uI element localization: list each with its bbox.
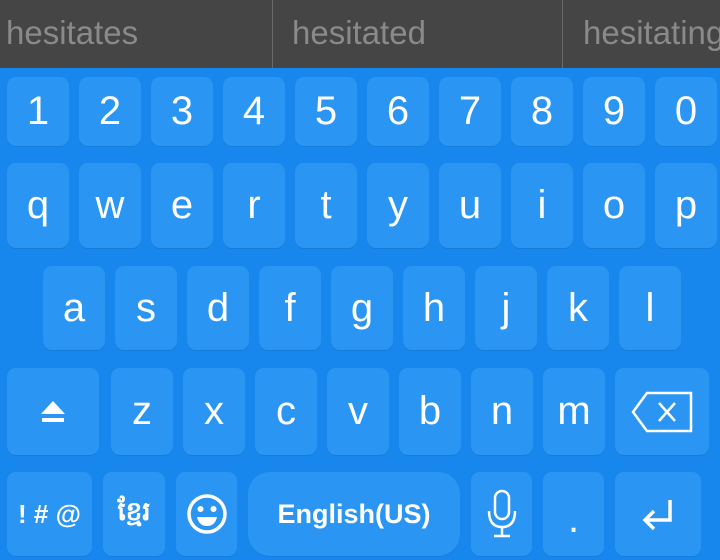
backspace-key[interactable] [615,368,709,455]
suggestion-3[interactable]: hesitating [583,0,720,68]
suggestion-1[interactable]: hesitates [6,0,272,68]
suggestion-2[interactable]: hesitated [292,0,562,68]
symbols-key[interactable]: ! # @ [7,472,92,556]
key-g[interactable]: g [331,266,393,350]
key-3[interactable]: 3 [151,77,213,146]
space-bar[interactable]: English(US) [248,472,460,556]
enter-key[interactable] [615,472,701,556]
key-e[interactable]: e [151,163,213,248]
key-j[interactable]: j [475,266,537,350]
period-key[interactable]: . [543,472,604,556]
key-label: j [501,285,511,330]
key-p[interactable]: p [655,163,717,248]
key-t[interactable]: t [295,163,357,248]
language-switch-key[interactable]: ខ្មែរ [103,472,165,556]
key-u[interactable]: u [439,163,501,248]
symbols-label: ! # @ [18,498,81,529]
key-label: q [26,183,50,227]
key-label: g [350,285,374,330]
key-label: 6 [386,89,410,133]
key-r[interactable]: r [223,163,285,248]
key-n[interactable]: n [471,368,533,455]
key-z[interactable]: z [111,368,173,455]
key-label: y [388,183,408,227]
key-label: 7 [458,89,482,133]
key-q[interactable]: q [7,163,69,248]
key-4[interactable]: 4 [223,77,285,146]
key-h[interactable]: h [403,266,465,350]
key-label: p [674,183,698,227]
key-label: v [348,389,368,433]
key-label: 9 [602,89,626,133]
key-x[interactable]: x [183,368,245,455]
key-2[interactable]: 2 [79,77,141,146]
key-label: m [557,389,591,433]
key-label: 3 [170,89,194,133]
key-label: b [418,389,442,433]
key-label: d [206,285,230,330]
key-label: o [602,183,626,227]
key-label: 8 [530,89,554,133]
key-label: 5 [314,89,338,133]
key-label: 0 [674,89,698,133]
enter-icon [642,500,672,531]
period-label: . [567,497,580,541]
key-label: x [204,389,224,433]
key-label: l [645,285,655,330]
key-m[interactable]: m [543,368,605,455]
key-label: 4 [242,89,266,133]
key-y[interactable]: y [367,163,429,248]
key-label: 1 [26,89,50,133]
key-label: n [490,389,514,433]
key-b[interactable]: b [399,368,461,455]
key-label: t [320,183,332,227]
emoji-icon [186,494,227,534]
emoji-key[interactable] [176,472,237,556]
key-0[interactable]: 0 [655,77,717,146]
key-1[interactable]: 1 [7,77,69,146]
key-label: s [136,285,156,330]
key-label: i [537,183,547,227]
key-label: r [247,183,261,227]
key-label: z [132,389,152,433]
divider [272,0,273,68]
microphone-key[interactable] [471,472,532,556]
key-5[interactable]: 5 [295,77,357,146]
key-v[interactable]: v [327,368,389,455]
key-l[interactable]: l [619,266,681,350]
shift-icon [41,400,65,422]
key-k[interactable]: k [547,266,609,350]
key-c[interactable]: c [255,368,317,455]
key-label: 2 [98,89,122,133]
key-label: e [170,183,194,227]
key-label: c [276,389,296,433]
key-label: k [568,285,588,330]
space-label: English(US) [277,498,431,529]
key-s[interactable]: s [115,266,177,350]
key-6[interactable]: 6 [367,77,429,146]
key-label: w [95,183,125,227]
key-f[interactable]: f [259,266,321,350]
language-label: ខ្មែរ [117,496,151,526]
key-o[interactable]: o [583,163,645,248]
key-label: h [422,285,446,330]
microphone-icon [487,489,516,538]
key-i[interactable]: i [511,163,573,248]
key-7[interactable]: 7 [439,77,501,146]
shift-key[interactable] [7,368,99,455]
suggestion-bar: hesitates hesitated hesitating [0,0,720,68]
key-label: a [62,285,86,330]
backspace-icon [631,391,693,432]
divider [562,0,563,68]
key-label: f [284,285,296,330]
key-label: u [458,183,482,227]
key-d[interactable]: d [187,266,249,350]
key-9[interactable]: 9 [583,77,645,146]
key-8[interactable]: 8 [511,77,573,146]
key-w[interactable]: w [79,163,141,248]
key-a[interactable]: a [43,266,105,350]
